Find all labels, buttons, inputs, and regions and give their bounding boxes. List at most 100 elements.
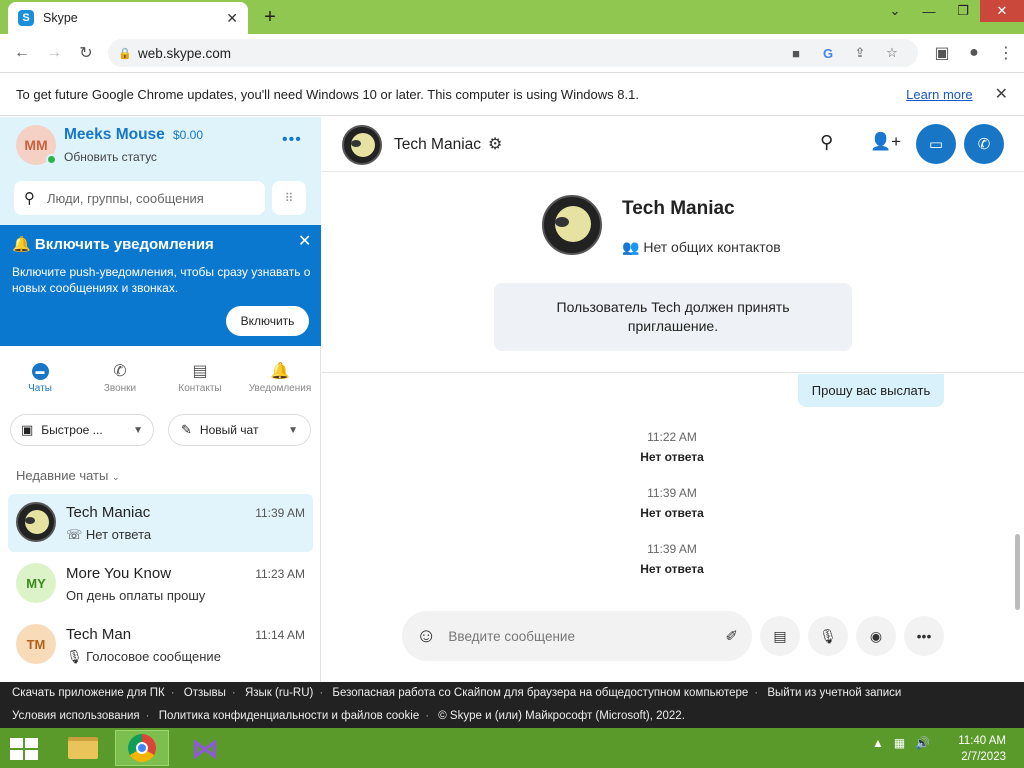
scrollbar[interactable] [1015, 534, 1020, 610]
minimize-button[interactable]: — [912, 0, 946, 22]
call-time: 11:39 AM [647, 486, 697, 500]
chat-item-more-you-know[interactable]: MY More You Know 11:23 AM Оп день оплаты… [8, 555, 313, 613]
tab-notifications[interactable]: 🔔 Уведомления [240, 359, 320, 407]
side-panel-icon[interactable]: ▣ [926, 37, 958, 69]
video-meet-icon: ▣ [21, 422, 34, 437]
tab-contacts[interactable]: ▤ Контакты [160, 359, 240, 407]
search-icon[interactable]: ⚲ [820, 132, 833, 153]
voice-message-button[interactable]: 🎙 [808, 616, 848, 656]
footer-link-sign-out[interactable]: Выйти из учетной записи [767, 687, 901, 699]
gear-icon[interactable]: ⚙ [488, 134, 502, 154]
clock-time: 11:40 AM [958, 735, 1006, 747]
audio-call-button[interactable]: ✆ [964, 124, 1004, 164]
visual-studio-taskbar-button[interactable]: ⋈ [178, 730, 232, 766]
infobar-message: To get future Google Chrome updates, you… [16, 86, 639, 102]
tab-chats[interactable]: ▬ Чаты [0, 359, 80, 407]
format-pen-icon[interactable]: ✐ [725, 627, 738, 645]
new-chat-button[interactable]: ✎ Новый чат ▼ [168, 414, 311, 446]
restore-button[interactable]: ❐ [946, 0, 980, 22]
tab-title: Skype [43, 11, 78, 25]
volume-icon[interactable]: 🔊 [915, 736, 930, 750]
clock-date: 2/7/2023 [961, 751, 1006, 763]
google-lens-icon[interactable]: G [812, 46, 844, 61]
phone-icon: ✆ [977, 136, 991, 153]
back-arrow-icon[interactable]: ← [6, 37, 38, 69]
close-infobar-icon[interactable]: ✕ [995, 84, 1008, 104]
call-result: Нет ответа [640, 506, 704, 520]
tab-label: Чаты [28, 383, 52, 394]
recent-chats-header[interactable]: Недавние чаты ⌄ [16, 468, 120, 483]
tab-label: Уведомления [248, 383, 312, 394]
new-chat-label: Новый чат [199, 423, 259, 437]
learn-more-link[interactable]: Learn more [906, 87, 972, 102]
url-text[interactable]: web.skype.com [138, 46, 780, 61]
search-input[interactable]: ⚲ Люди, группы, сообщения [14, 181, 265, 215]
chrome-update-infobar: To get future Google Chrome updates, you… [0, 72, 1024, 116]
search-icon: ⚲ [24, 190, 35, 207]
tab-label: Контакты [178, 383, 222, 394]
reload-icon[interactable]: ↻ [70, 37, 102, 69]
dialpad-button[interactable]: ⠿ [272, 181, 306, 215]
chevron-down-icon: ▼ [133, 424, 143, 436]
chat-preview: Оп день оплаты прошу [66, 588, 206, 603]
tray-expand-icon[interactable]: ▲ [872, 736, 884, 750]
skype-credit-balance[interactable]: $0.00 [173, 128, 203, 142]
add-person-icon[interactable]: 👤+ [870, 132, 901, 152]
bookmark-star-icon[interactable]: ☆ [876, 45, 908, 61]
tab-search-chevron-icon[interactable]: ⌄ [878, 0, 912, 22]
footer-link-feedback[interactable]: Отзывы [184, 687, 226, 699]
footer-link-download[interactable]: Скачать приложение для ПК [12, 687, 165, 699]
message-composer[interactable]: ☺ Введите сообщение ✐ [402, 611, 752, 661]
footer-link-terms[interactable]: Условия использования [12, 710, 140, 722]
footer-link-privacy[interactable]: Политика конфиденциальности и файлов coo… [159, 710, 420, 722]
browser-tab[interactable]: S Skype ✕ [8, 2, 248, 34]
chrome-icon [128, 734, 156, 762]
notification-banner: 🔔 Включить уведомления ✕ Включите push-у… [0, 225, 321, 346]
emoji-icon[interactable]: ☺ [416, 625, 436, 648]
file-explorer-taskbar-button[interactable] [56, 730, 110, 766]
system-clock[interactable]: 11:40 AM 2/7/2023 [950, 733, 1006, 765]
call-result: Нет ответа [640, 562, 704, 576]
update-status-link[interactable]: Обновить статус [64, 150, 157, 164]
close-window-button[interactable]: ✕ [980, 0, 1024, 22]
share-icon[interactable]: ⇪ [844, 45, 876, 61]
contact-card-name: Tech Maniac [622, 198, 735, 219]
tab-label: Звонки [103, 383, 137, 394]
meet-now-button[interactable]: ▣ Быстрое ... ▼ [10, 414, 154, 446]
more-actions-button[interactable]: ••• [904, 616, 944, 656]
footer-link-public-computer[interactable]: Безопасная работа со Скайпом для браузер… [332, 687, 748, 699]
forward-arrow-icon[interactable]: → [38, 37, 70, 69]
left-sidebar: MM Meeks Mouse $0.00 Обновить статус •••… [0, 117, 321, 682]
footer-link-language[interactable]: Язык (ru-RU) [245, 687, 313, 699]
message-input-placeholder[interactable]: Введите сообщение [448, 629, 725, 644]
close-notification-icon[interactable]: ✕ [298, 231, 311, 251]
tab-calls[interactable]: ✆ Звонки [80, 359, 160, 407]
network-icon[interactable]: ▦ [894, 736, 905, 750]
video-call-button[interactable]: ▭ [916, 124, 956, 164]
windows-start-icon[interactable] [10, 738, 38, 760]
contact-name[interactable]: Tech Maniac [394, 136, 481, 154]
chat-time: 11:23 AM [255, 567, 305, 581]
camera-blocked-icon[interactable]: ■ [780, 46, 812, 61]
contact-card-button[interactable]: ▤ [760, 616, 800, 656]
compose-icon: ✎ [181, 422, 192, 437]
close-tab-icon[interactable]: ✕ [226, 10, 238, 27]
new-tab-button[interactable]: + [258, 5, 282, 29]
more-options-icon[interactable]: ••• [282, 131, 302, 149]
contact-avatar[interactable] [342, 125, 382, 165]
video-message-button[interactable]: ◉ [856, 616, 896, 656]
chrome-taskbar-button[interactable] [115, 730, 169, 766]
user-name[interactable]: Meeks Mouse [64, 126, 165, 144]
phone-icon: ✆ [113, 363, 127, 380]
call-time: 11:39 AM [647, 542, 697, 556]
menu-kebab-icon[interactable]: ⋮ [990, 37, 1022, 69]
profile-icon[interactable]: ● [958, 37, 990, 69]
enable-notifications-button[interactable]: Включить [226, 306, 309, 336]
sent-message-bubble[interactable]: Прошу вас выслать [798, 374, 944, 407]
notification-text: Включите push-уведомления, чтобы сразу у… [12, 265, 311, 295]
browser-tabstrip: S Skype ✕ + ⌄ — ❐ ✕ [0, 0, 1024, 34]
chat-item-tech-maniac[interactable]: Tech Maniac 11:39 AM ☏ Нет ответа [8, 494, 313, 552]
chat-item-tech-man[interactable]: TM Tech Man 11:14 AM 🎙 Голосовое сообщен… [8, 616, 313, 674]
call-result: Нет ответа [640, 450, 704, 464]
address-bar[interactable]: 🔒 web.skype.com ■ G ⇪ ☆ [108, 39, 918, 67]
